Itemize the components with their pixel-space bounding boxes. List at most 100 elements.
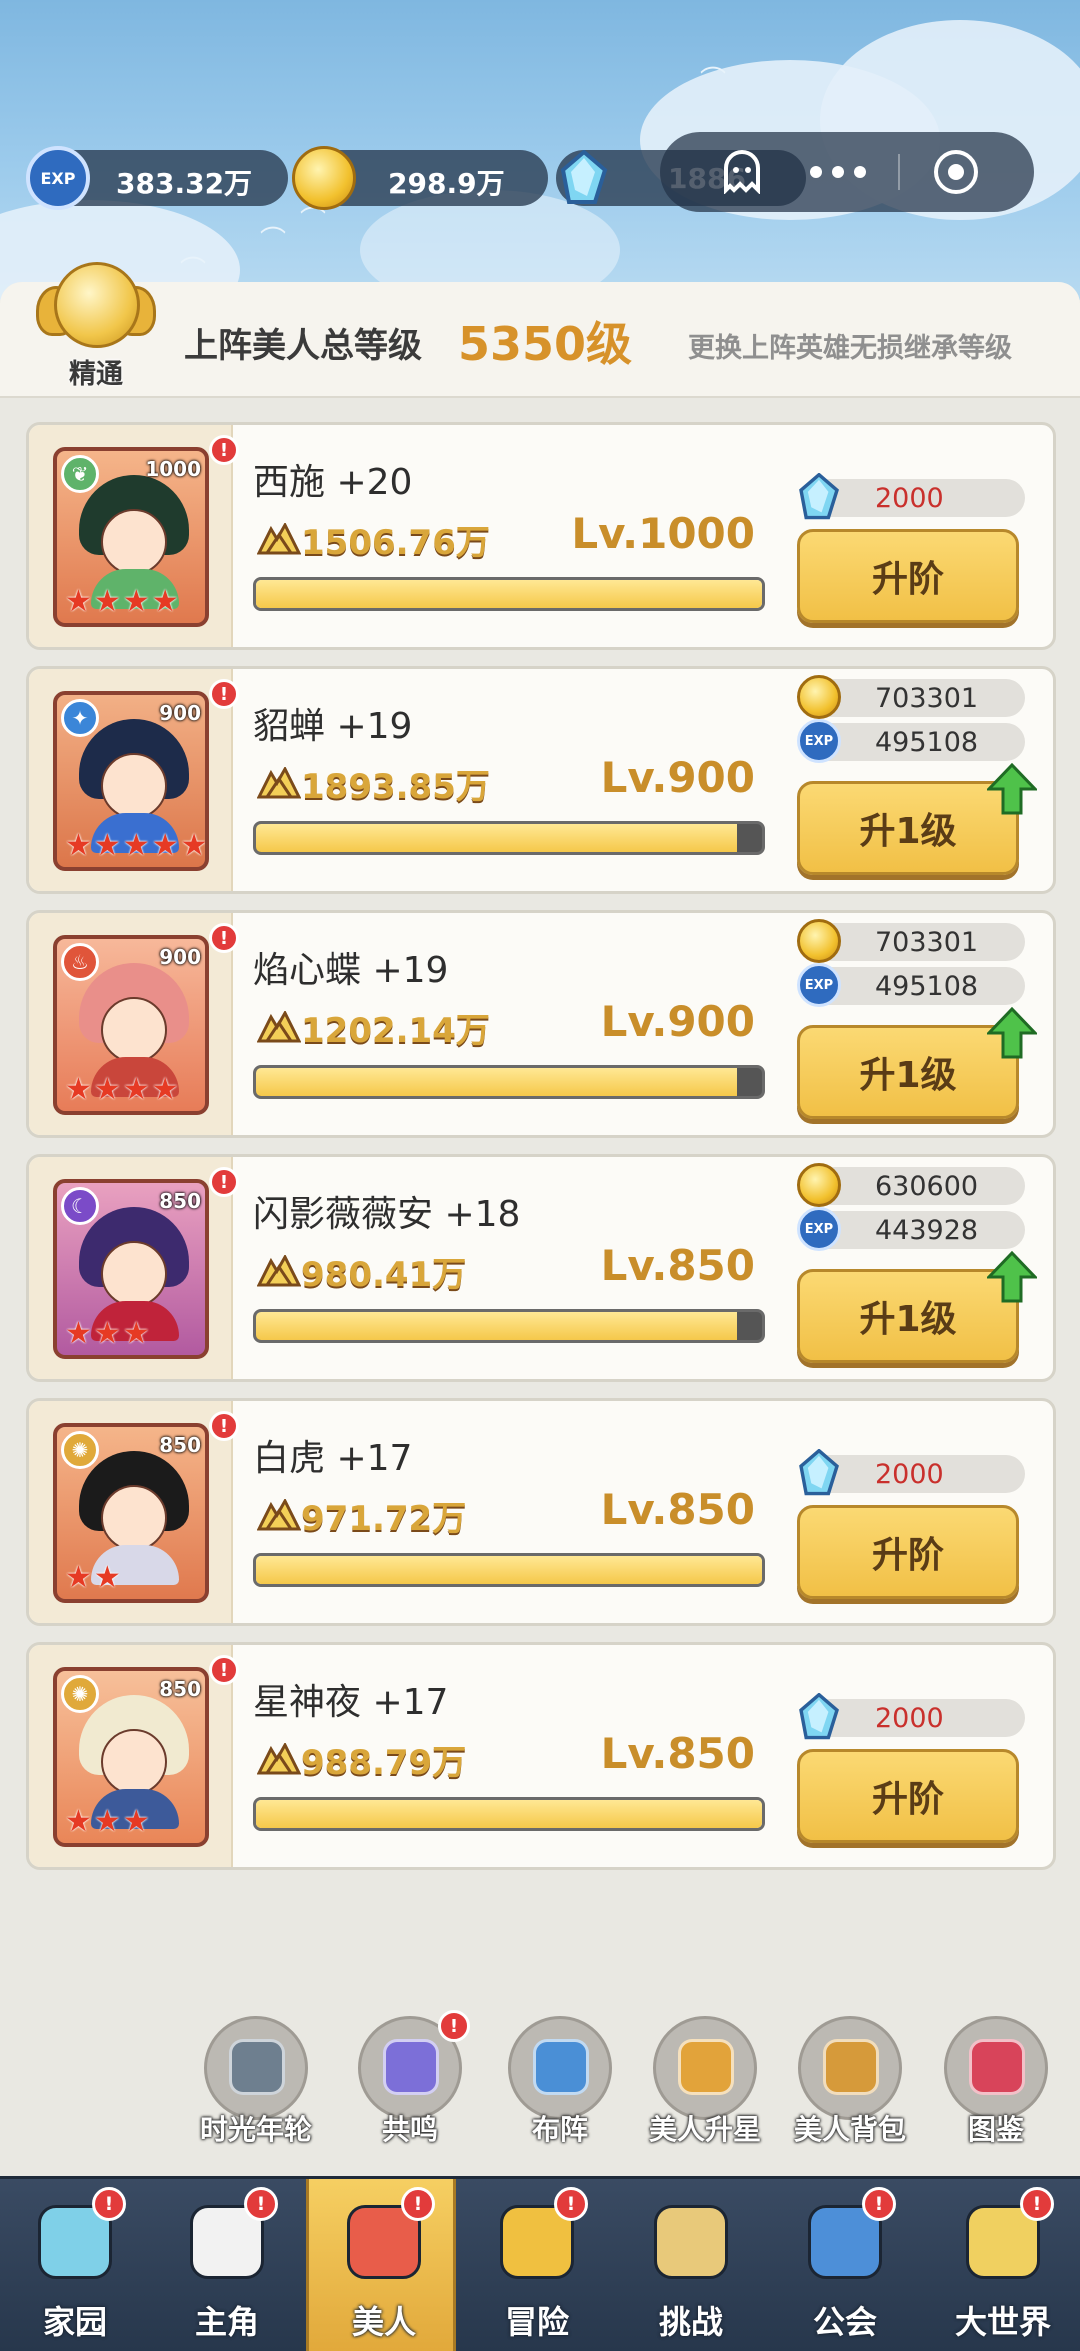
level-progress-bar [253,1553,765,1587]
cost-value: 2000 [875,483,944,514]
alert-badge: ! [438,2010,470,2042]
cost-value: 630600 [875,1171,979,1202]
bottom-nav: ! 家园 ! 主角 ! 美人 ! 冒险 挑战 ! 公会 ! 大世界 [0,2176,1080,2351]
alert-badge: ! [209,435,239,465]
hero-portrait[interactable]: ✺ 850 ★ ★ [53,1423,209,1603]
shortcut-time-wheel[interactable]: 时光年轮 [196,2016,316,2146]
cost-value: 495108 [875,971,979,1002]
star-icon: ★ [65,1804,92,1839]
more-dots-icon[interactable] [810,158,876,186]
exp-resource[interactable]: EXP 383.32万 [26,146,288,210]
exp-icon: EXP [797,719,841,763]
mastery-medal[interactable]: 精通 [36,252,156,392]
exp-value: 383.32万 [116,167,253,200]
hero-portrait[interactable]: ☾ 850 ★ ★ ★ [53,1179,209,1359]
element-icon: ❦ [61,455,99,493]
record-icon[interactable] [934,150,978,194]
hero-level: Lv.1000 [571,509,755,558]
hero-name: 白虎 +17 [253,1438,413,1479]
hero-portrait[interactable]: ❦ 1000 ★ ★ ★ ★ [53,447,209,627]
upgrade-arrow-icon [985,1006,1039,1059]
hero-name: 貂蝉 +19 [253,706,413,747]
hero-name: 星神夜 +17 [253,1682,449,1723]
star-rating: ★ ★ ★ [65,1807,150,1837]
star-icon: ★ [93,1072,121,1107]
alert-badge: ! [862,2187,896,2221]
alert-badge: ! [209,923,239,953]
level-progress-bar [253,1309,765,1343]
portrait-level: 1000 [145,457,201,481]
nav-home[interactable]: ! 家园 [0,2179,150,2351]
exp-icon: EXP [797,1207,841,1251]
hero-portrait[interactable]: ♨ 900 ★ ★ ★ ★ [53,935,209,1115]
advance-button[interactable]: 升阶 [797,529,1019,623]
nav-beauties[interactable]: ! 美人 [306,2179,456,2351]
level-up-button[interactable]: 升1级 [797,1025,1019,1119]
bird-icon: ⌒ [700,66,727,96]
upgrade-cost: EXP 443928 [797,1207,1025,1251]
alert-badge: ! [244,2187,278,2221]
cost-value: 703301 [875,683,979,714]
gold-resource[interactable]: 298.9万 [292,146,548,210]
nav-adventure[interactable]: ! 冒险 [462,2179,612,2351]
ghost-icon[interactable] [722,150,762,195]
level-progress-bar [253,1065,765,1099]
cost-value: 703301 [875,927,979,958]
hero-power: 1506.76万 [301,523,490,563]
level-progress-fill [256,1800,762,1828]
element-icon: ☾ [61,1187,99,1225]
time-wheel-icon [229,2039,285,2095]
hero-portrait[interactable]: ✦ 900 ★ ★ ★ ★ ★ [53,691,209,871]
element-icon: ✺ [61,1431,99,1469]
hero-card[interactable]: ✺ 850 ★ ★ ★ ! 星神夜 +17 988.79万 Lv.850 2000 … [26,1642,1056,1870]
star-icon: ★ [122,828,150,863]
nav-protagonist[interactable]: ! 主角 [152,2179,302,2351]
total-level-title: 上阵美人总等级 [184,326,422,366]
hero-card[interactable]: ❦ 1000 ★ ★ ★ ★ ! 西施 +20 1506.76万 Lv.1000 20… [26,422,1056,650]
alert-badge: ! [92,2187,126,2221]
level-up-button[interactable]: 升1级 [797,1269,1019,1363]
shortcut-star-up[interactable]: 美人升星 [645,2016,765,2146]
hero-level: Lv.850 [600,1485,755,1534]
hero-level: Lv.900 [600,997,755,1046]
blue-crystal-icon [797,1692,845,1741]
star-icon: ★ [122,584,150,619]
level-progress-fill [256,580,762,608]
gold-coin-icon [797,675,841,719]
bird-icon: ⌒ [260,226,287,256]
nav-guild[interactable]: ! 公会 [770,2179,920,2351]
power-icon [256,1009,302,1043]
nav-label: 公会 [812,2303,877,2341]
star-icon: ★ [93,584,121,619]
nav-label: 挑战 [658,2303,723,2341]
codex-icon [969,2039,1025,2095]
advance-button[interactable]: 升阶 [797,1505,1019,1599]
advance-button[interactable]: 升阶 [797,1749,1019,1843]
hero-card[interactable]: ✺ 850 ★ ★ ! 白虎 +17 971.72万 Lv.850 2000 升阶 [26,1398,1056,1626]
hero-card[interactable]: ♨ 900 ★ ★ ★ ★ ! 焰心蝶 +19 1202.14万 Lv.900 703… [26,910,1056,1138]
alert-badge: ! [209,1167,239,1197]
hero-portrait[interactable]: ✺ 850 ★ ★ ★ [53,1667,209,1847]
star-icon: ★ [65,828,92,863]
cost-value: 443928 [875,1215,979,1246]
star-rating: ★ ★ [65,1563,121,1593]
shortcut-label: 美人背包 [793,2113,906,2146]
hero-face [101,1729,167,1795]
hero-level: Lv.900 [600,753,755,802]
hero-card[interactable]: ☾ 850 ★ ★ ★ ! 闪影薇薇安 +18 980.41万 Lv.850 630… [26,1154,1056,1382]
alert-badge: ! [1020,2187,1054,2221]
portrait-level: 850 [159,1189,201,1213]
hero-face [101,509,167,575]
shortcut-codex[interactable]: 图鉴 [936,2016,1056,2146]
shortcut-formation[interactable]: 布阵 [500,2016,620,2146]
shortcut-resonance[interactable]: ! 共鸣 [350,2010,470,2146]
hero-card[interactable]: ✦ 900 ★ ★ ★ ★ ★ ! 貂蝉 +19 1893.85万 Lv.900 703… [26,666,1056,894]
power-icon [256,1497,302,1531]
shortcut-backpack[interactable]: 美人背包 [790,2016,910,2146]
mini-program-capsule [660,132,1034,212]
nav-challenge[interactable]: 挑战 [616,2179,766,2351]
level-up-button[interactable]: 升1级 [797,781,1019,875]
element-icon: ✦ [61,699,99,737]
hero-face [101,997,167,1063]
nav-world[interactable]: ! 大世界 [928,2179,1078,2351]
